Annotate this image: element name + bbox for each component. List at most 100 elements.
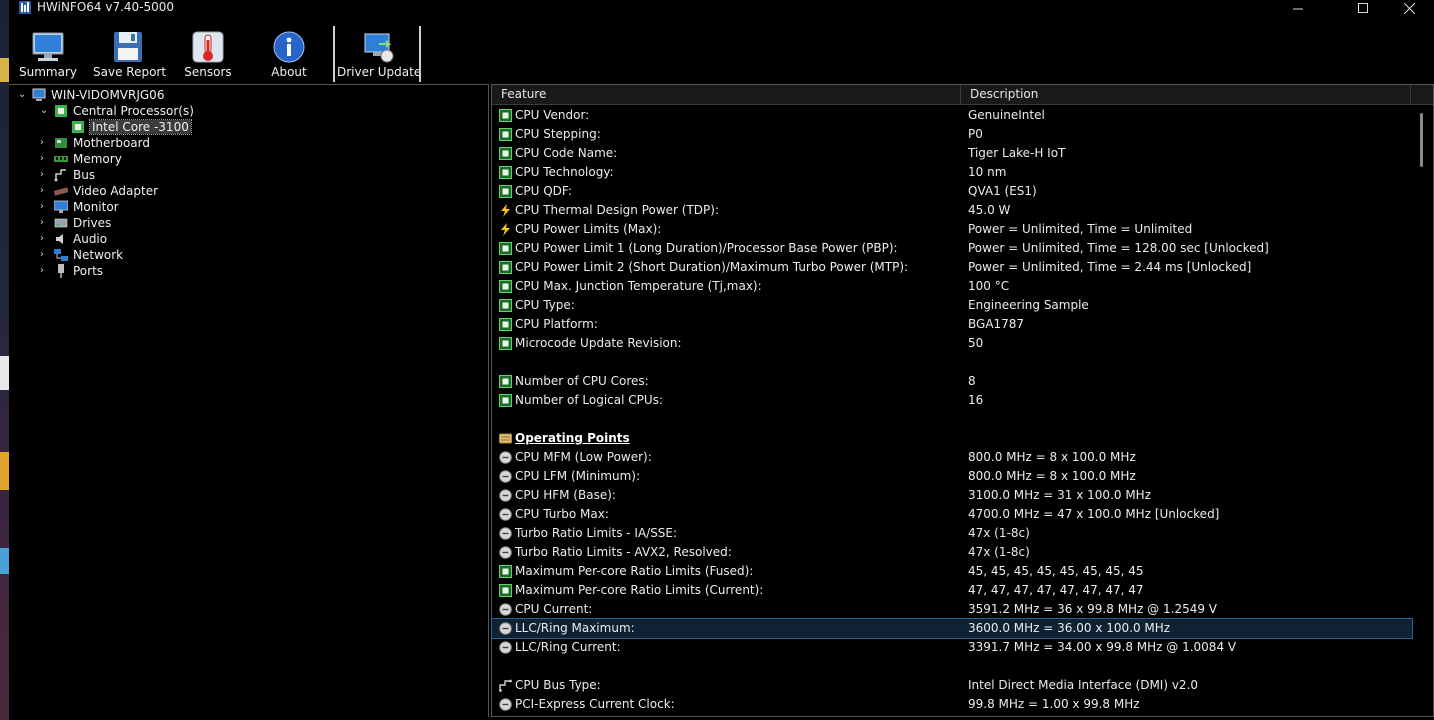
chevron-right-icon[interactable]: › <box>40 167 50 183</box>
close-button[interactable] <box>1386 0 1432 16</box>
table-row[interactable]: CPU QDF: QVA1 (ES1) <box>492 182 1412 201</box>
table-row[interactable]: Number of Logical CPUs: 16 <box>492 391 1412 410</box>
table-row[interactable]: CPU Max. Junction Temperature (Tj,max): 1… <box>492 277 1412 296</box>
save-report-button[interactable]: Save Report <box>93 24 166 82</box>
description-cell: BGA1787 <box>968 317 1025 331</box>
chip-icon <box>499 280 512 293</box>
tree-item-monitor[interactable]: › Monitor <box>40 199 119 215</box>
clock-icon <box>499 508 512 521</box>
lightning-bolt-icon <box>501 204 510 217</box>
chevron-right-icon[interactable]: › <box>40 199 50 215</box>
tree-item-drives[interactable]: › Drives <box>40 215 111 231</box>
tree-item-bus[interactable]: › Bus <box>40 167 95 183</box>
tree-item-memory[interactable]: › Memory <box>40 151 122 167</box>
column-header-description[interactable]: Description <box>961 85 1411 105</box>
maximize-button[interactable] <box>1340 0 1386 16</box>
chevron-right-icon[interactable]: › <box>40 247 50 263</box>
feature-cell: Number of Logical CPUs: <box>515 393 663 407</box>
feature-cell: CPU Power Limit 1 (Long Duration)/Proces… <box>515 241 898 255</box>
chevron-right-icon[interactable]: › <box>40 215 50 231</box>
feature-cell: CPU QDF: <box>515 184 572 198</box>
feature-cell: CPU Thermal Design Power (TDP): <box>515 203 719 217</box>
feature-cell: CPU Bus Type: <box>515 678 601 692</box>
feature-cell: Turbo Ratio Limits - AVX2, Resolved: <box>515 545 732 559</box>
minimize-button[interactable] <box>1275 0 1321 16</box>
table-row[interactable]: CPU Current: 3591.2 MHz = 36 x 99.8 MHz @… <box>492 600 1412 619</box>
chip-icon <box>499 394 512 407</box>
chevron-right-icon[interactable]: › <box>40 151 50 167</box>
table-row[interactable]: CPU Vendor: GenuineIntel <box>492 106 1412 125</box>
table-row[interactable]: Maximum Per-core Ratio Limits (Current):… <box>492 581 1412 600</box>
tree-item-audio[interactable]: › Audio <box>40 231 107 247</box>
section-header-row[interactable]: Operating Points <box>492 429 1412 448</box>
table-row[interactable]: CPU Turbo Max: 4700.0 MHz = 47 x 100.0 MH… <box>492 505 1412 524</box>
table-row[interactable]: CPU Power Limit 1 (Long Duration)/Proces… <box>492 239 1412 258</box>
table-row[interactable]: CPU Stepping: P0 <box>492 125 1412 144</box>
desktop-icon-partial <box>0 356 9 390</box>
toolbar: Summary Save Report Sensors About Driver… <box>9 24 1434 82</box>
chevron-right-icon[interactable]: › <box>40 183 50 199</box>
table-row[interactable]: LLC/Ring Current: 3391.7 MHz = 34.00 x 99… <box>492 638 1412 657</box>
chevron-down-icon[interactable]: ⌄ <box>18 87 28 103</box>
vertical-scrollbar[interactable] <box>1413 106 1433 716</box>
clock-icon <box>499 641 512 654</box>
feature-cell: Maximum Per-core Ratio Limits (Fused): <box>515 564 754 578</box>
table-row[interactable]: CPU HFM (Base): 3100.0 MHz = 31 x 100.0 M… <box>492 486 1412 505</box>
chip-icon <box>499 147 512 160</box>
table-row[interactable]: Number of CPU Cores: 8 <box>492 372 1412 391</box>
chip-icon <box>499 337 512 350</box>
table-row[interactable]: Turbo Ratio Limits - IA/SSE: 47x (1-8c) <box>492 524 1412 543</box>
column-header-feature[interactable]: Feature <box>492 85 961 105</box>
sensors-button[interactable]: Sensors <box>177 24 239 82</box>
about-button[interactable]: About <box>258 24 320 82</box>
chevron-right-icon[interactable]: › <box>40 263 50 279</box>
chip-icon <box>499 128 512 141</box>
toolbar-separator <box>419 26 421 82</box>
driver-update-button[interactable]: Driver Update <box>337 24 421 82</box>
table-row[interactable]: PCI-Express Current Clock: 99.8 MHz = 1.0… <box>492 695 1412 714</box>
monitor-icon <box>54 200 68 213</box>
chip-icon <box>499 318 512 331</box>
table-row[interactable]: CPU Technology: 10 nm <box>492 163 1412 182</box>
tree-item-motherboard[interactable]: › Motherboard <box>40 135 150 151</box>
tree-item-video-adapter[interactable]: › Video Adapter <box>40 183 158 199</box>
table-row[interactable]: CPU Power Limits (Max): Power = Unlimited… <box>492 220 1412 239</box>
summary-button[interactable]: Summary <box>17 24 79 82</box>
table-row[interactable]: CPU Platform: BGA1787 <box>492 315 1412 334</box>
scrollbar-thumb[interactable] <box>1420 113 1423 167</box>
table-row[interactable]: Maximum Per-core Ratio Limits (Fused): 45… <box>492 562 1412 581</box>
clock-icon <box>499 622 512 635</box>
maximize-icon <box>1358 3 1368 13</box>
table-spacer-row <box>492 353 1412 372</box>
description-cell: 10 nm <box>968 165 1007 179</box>
chevron-down-icon[interactable]: ⌄ <box>40 103 50 119</box>
table-row[interactable]: CPU Thermal Design Power (TDP): 45.0 W <box>492 201 1412 220</box>
tree-item-ports[interactable]: › Ports <box>40 263 103 279</box>
description-cell: 47x (1-8c) <box>968 526 1030 540</box>
table-row[interactable]: Turbo Ratio Limits - AVX2, Resolved: 47x … <box>492 543 1412 562</box>
chip-icon <box>499 185 512 198</box>
table-row[interactable]: CPU Bus Type: Intel Direct Media Interfac… <box>492 676 1412 695</box>
table-row[interactable]: CPU LFM (Minimum): 800.0 MHz = 8 x 100.0 … <box>492 467 1412 486</box>
tree-root[interactable]: ⌄ WIN-VIDOMVRJG06 <box>18 87 164 103</box>
monitor-icon <box>32 32 64 61</box>
chip-icon <box>499 242 512 255</box>
table-row[interactable]: CPU MFM (Low Power): 800.0 MHz = 8 x 100.… <box>492 448 1412 467</box>
chevron-right-icon[interactable]: › <box>40 135 50 151</box>
table-row[interactable]: CPU Power Limit 2 (Short Duration)/Maxim… <box>492 258 1412 277</box>
feature-table: Feature Description CPU Vendor: GenuineIn… <box>491 84 1434 717</box>
feature-cell: CPU Type: <box>515 298 575 312</box>
table-row[interactable]: Microcode Update Revision: 50 <box>492 334 1412 353</box>
table-row[interactable]: CPU Type: Engineering Sample <box>492 296 1412 315</box>
tree-item-central-processors[interactable]: ⌄ Central Processor(s) <box>40 103 194 119</box>
chevron-right-icon[interactable]: › <box>40 231 50 247</box>
toolbar-label: Summary <box>19 65 77 79</box>
description-cell: 45, 45, 45, 45, 45, 45, 45, 45 <box>968 564 1144 578</box>
table-row[interactable]: LLC/Ring Maximum: 3600.0 MHz = 36.00 x 10… <box>491 618 1413 639</box>
speaker-icon <box>56 234 63 244</box>
desktop-icon-partial <box>0 548 9 574</box>
table-row[interactable]: CPU Code Name: Tiger Lake-H IoT <box>492 144 1412 163</box>
description-cell: P0 <box>968 127 983 141</box>
tree-item-network[interactable]: › Network <box>40 247 123 263</box>
tree-item-intel-core[interactable]: Intel Core -3100 <box>71 119 192 135</box>
